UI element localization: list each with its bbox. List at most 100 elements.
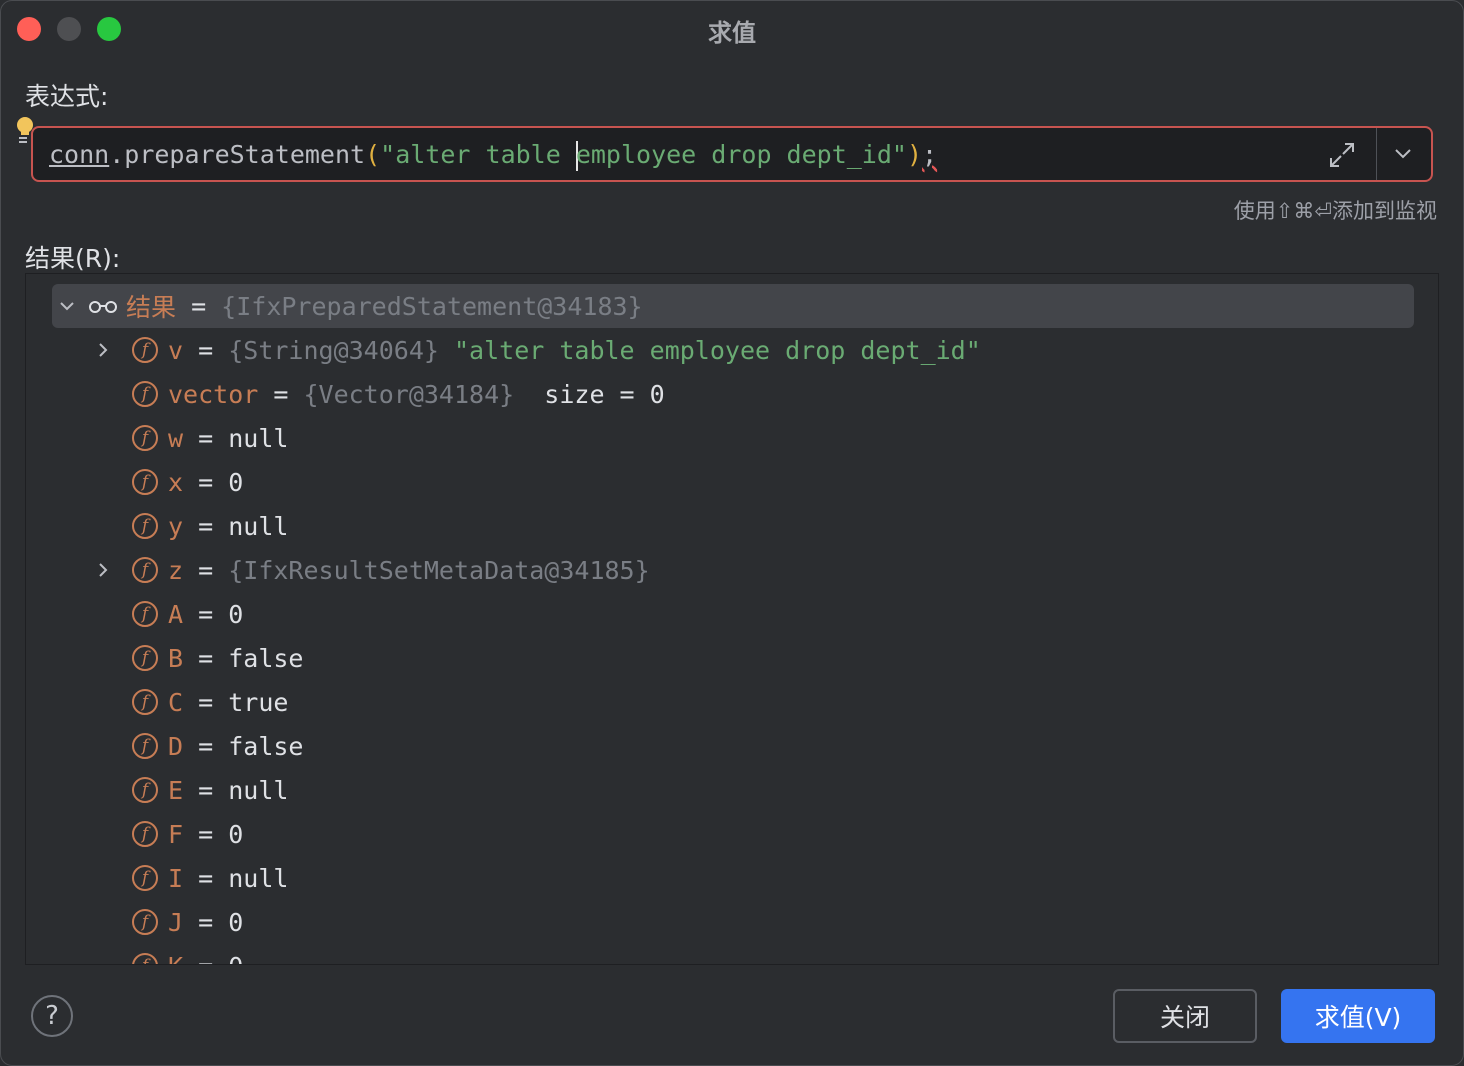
field-icon: f: [132, 953, 158, 964]
field-icon: f: [132, 821, 158, 847]
tree-row-field[interactable]: fA = 0: [26, 592, 1438, 636]
tree-row-field[interactable]: fI = null: [26, 856, 1438, 900]
field-name: I: [168, 863, 184, 893]
field-value: 0: [228, 467, 244, 497]
expr-token-close-paren: ): [906, 140, 923, 169]
expression-input[interactable]: conn.prepareStatement("alter table emplo…: [31, 126, 1433, 182]
field-eq: =: [183, 819, 229, 849]
tree-row-field[interactable]: fE = null: [26, 768, 1438, 812]
evaluate-dialog: 求值 表达式: conn.prepareStatement("alter tab…: [0, 0, 1464, 1066]
field-eq: =: [258, 379, 304, 409]
expr-token-open-paren: (: [365, 140, 381, 169]
field-ref: {Vector@34184}: [303, 379, 515, 409]
field-value: "alter table employee drop dept_id": [438, 335, 981, 365]
field-name: D: [168, 731, 184, 761]
field-value: 0: [228, 952, 243, 965]
help-button[interactable]: ?: [31, 995, 73, 1037]
field-value: 0: [228, 907, 244, 937]
result-tree[interactable]: 结果 = {IfxPreparedStatement@34183} fv = {…: [25, 273, 1439, 965]
field-icon: f: [132, 381, 158, 407]
field-eq: =: [183, 555, 229, 585]
field-value: 0: [228, 819, 244, 849]
tree-row-field[interactable]: fx = 0: [26, 460, 1438, 504]
tree-row-field[interactable]: fv = {String@34064} "alter table employe…: [26, 328, 1438, 372]
expand-icon[interactable]: [1325, 138, 1359, 172]
field-icon: f: [132, 425, 158, 451]
field-value: null: [228, 775, 289, 805]
field-value: 0: [228, 599, 244, 629]
root-eq: =: [176, 291, 222, 321]
field-eq: =: [183, 952, 228, 965]
field-eq: =: [183, 731, 229, 761]
field-icon: f: [132, 645, 158, 671]
chevron-right-icon[interactable]: [92, 559, 114, 581]
expr-token-method: .prepareStatement: [109, 140, 366, 169]
field-icon: f: [132, 865, 158, 891]
field-eq: =: [183, 907, 229, 937]
expr-token-semicolon: ;: [922, 140, 938, 169]
tree-row-field[interactable]: fD = false: [26, 724, 1438, 768]
tree-row-field[interactable]: fy = null: [26, 504, 1438, 548]
root-name: 结果: [126, 294, 177, 322]
field-name: B: [168, 643, 184, 673]
result-label: 结果(R):: [25, 244, 121, 273]
field-ref: {IfxResultSetMetaData@34185}: [228, 555, 650, 585]
field-icon: f: [132, 557, 158, 583]
close-button[interactable]: 关闭: [1113, 989, 1257, 1043]
tree-row-field[interactable]: fB = false: [26, 636, 1438, 680]
tree-row-field[interactable]: fJ = 0: [26, 900, 1438, 944]
field-value: null: [228, 863, 289, 893]
field-icon: f: [132, 469, 158, 495]
tree-row-field[interactable]: fz = {IfxResultSetMetaData@34185}: [26, 548, 1438, 592]
field-eq: =: [183, 599, 229, 629]
field-eq: =: [183, 775, 229, 805]
history-chevron-down-icon[interactable]: [1389, 140, 1417, 168]
field-name: v: [168, 335, 184, 365]
tree-row-field[interactable]: f vector = {Vector@34184} size = 0: [26, 372, 1438, 416]
expr-token-string-a: "alter table: [380, 140, 576, 169]
tree-row-field[interactable]: fC = true: [26, 680, 1438, 724]
field-eq: =: [183, 467, 229, 497]
field-icon: f: [132, 601, 158, 627]
watch-glasses-icon: [89, 301, 117, 313]
field-icon: f: [132, 909, 158, 935]
field-name: A: [168, 599, 184, 629]
evaluate-button[interactable]: 求值(V): [1281, 989, 1435, 1043]
field-name: C: [168, 687, 184, 717]
tree-row-field[interactable]: fF = 0: [26, 812, 1438, 856]
field-name: F: [168, 819, 184, 849]
field-name: y: [168, 511, 184, 541]
field-icon: f: [132, 733, 158, 759]
field-value: null: [228, 423, 289, 453]
chevron-down-icon[interactable]: [56, 295, 78, 317]
field-name: z: [168, 555, 184, 585]
field-icon: f: [132, 337, 158, 363]
root-value: {IfxPreparedStatement@34183}: [221, 291, 643, 321]
chevron-right-icon[interactable]: [92, 339, 114, 361]
field-eq: =: [183, 335, 229, 365]
field-value: false: [228, 643, 304, 673]
tree-row-field[interactable]: fw = null: [26, 416, 1438, 460]
field-name: vector: [168, 379, 259, 409]
expression-label: 表达式:: [25, 82, 109, 111]
tree-row-field[interactable]: fK = 0: [26, 944, 1438, 965]
field-icon: f: [132, 777, 158, 803]
expression-text[interactable]: conn.prepareStatement("alter table emplo…: [49, 140, 937, 171]
field-eq: =: [183, 643, 229, 673]
field-value: true: [228, 687, 289, 717]
dialog-title: 求值: [708, 19, 756, 47]
field-eq: =: [183, 511, 229, 541]
expr-token-string-b: employee drop dept_id": [575, 140, 907, 169]
tree-row-root[interactable]: 结果 = {IfxPreparedStatement@34183}: [52, 284, 1414, 328]
field-eq: =: [183, 863, 229, 893]
